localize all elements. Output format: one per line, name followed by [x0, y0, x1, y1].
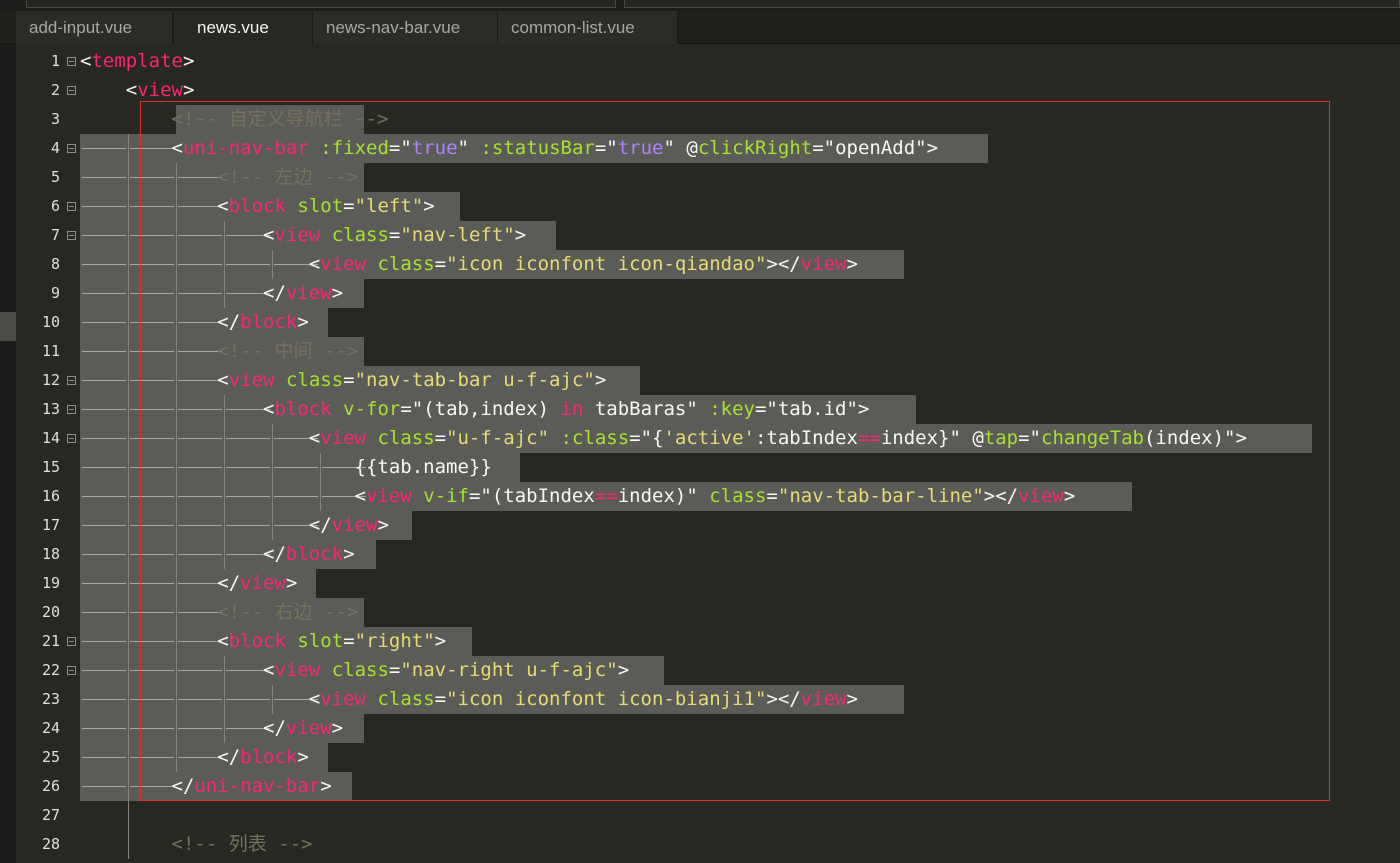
line-number: 12 [41, 371, 60, 389]
indent-guide [128, 801, 129, 830]
code-token: < [80, 79, 138, 101]
line-number: 2 [50, 81, 60, 99]
title-field-left [26, 0, 616, 8]
fold-minus-icon[interactable] [67, 57, 76, 66]
line-number: 20 [41, 603, 60, 621]
window-title-strip [0, 0, 1400, 11]
line-number: 16 [41, 487, 60, 505]
line-number: 22 [41, 661, 60, 679]
line-number: 24 [41, 719, 60, 737]
line-number: 21 [41, 632, 60, 650]
line-number: 26 [41, 777, 60, 795]
title-field-right [624, 0, 1400, 8]
line-number: 10 [41, 313, 60, 331]
line-number: 15 [41, 458, 60, 476]
line-number: 17 [41, 516, 60, 534]
fold-minus-icon[interactable] [67, 86, 76, 95]
line-number: 25 [41, 748, 60, 766]
code-line: <template> [80, 47, 194, 76]
fold-minus-icon[interactable] [67, 231, 76, 240]
line-number: 6 [50, 197, 60, 215]
line-number: 18 [41, 545, 60, 563]
code-token: template [91, 50, 183, 72]
tab-news-nav-bar-vue[interactable]: news-nav-bar.vue [313, 11, 498, 44]
line-number: 9 [50, 284, 60, 302]
line-number: 19 [41, 574, 60, 592]
code-token: < [80, 50, 92, 72]
tab-news-vue[interactable]: news.vue [174, 11, 313, 45]
fold-minus-icon[interactable] [67, 637, 76, 646]
fold-minus-icon[interactable] [67, 666, 76, 675]
highlight-box [140, 101, 1330, 801]
code-token: > [182, 50, 195, 72]
line-number: 8 [50, 255, 60, 273]
line-number: 4 [50, 139, 60, 157]
left-side-bar [0, 44, 16, 863]
line-number: 3 [50, 110, 60, 128]
line-number: 27 [41, 806, 60, 824]
line-number: 14 [41, 429, 60, 447]
line-number: 7 [50, 226, 60, 244]
code-line: <!-- 列表 --> [80, 830, 313, 859]
code-token: view [137, 79, 183, 101]
fold-minus-icon[interactable] [67, 202, 76, 211]
line-number: 5 [50, 168, 60, 186]
tab-common-list-vue[interactable]: common-list.vue [498, 11, 678, 44]
line-number: 11 [41, 342, 60, 360]
fold-minus-icon[interactable] [67, 405, 76, 414]
line-number: 13 [41, 400, 60, 418]
fold-minus-icon[interactable] [67, 144, 76, 153]
fold-minus-icon[interactable] [67, 376, 76, 385]
line-number: 28 [41, 835, 60, 853]
line-number: 23 [41, 690, 60, 708]
line-number-gutter: 1 2 3 4 5 6 7 8 9 10 11 12 13 14 15 16 17 18 19 20 21 22 23 24 2… [16, 44, 80, 863]
line-number: 1 [50, 52, 60, 70]
editor-tab-bar: add-input.vue news.vue news-nav-bar.vue … [0, 11, 1400, 45]
side-bar-marker [0, 312, 16, 341]
tab-add-input-vue[interactable]: add-input.vue [16, 11, 173, 44]
code-token: > [182, 79, 195, 101]
fold-minus-icon[interactable] [67, 434, 76, 443]
code-token: <!-- 列表 --> [80, 833, 313, 855]
